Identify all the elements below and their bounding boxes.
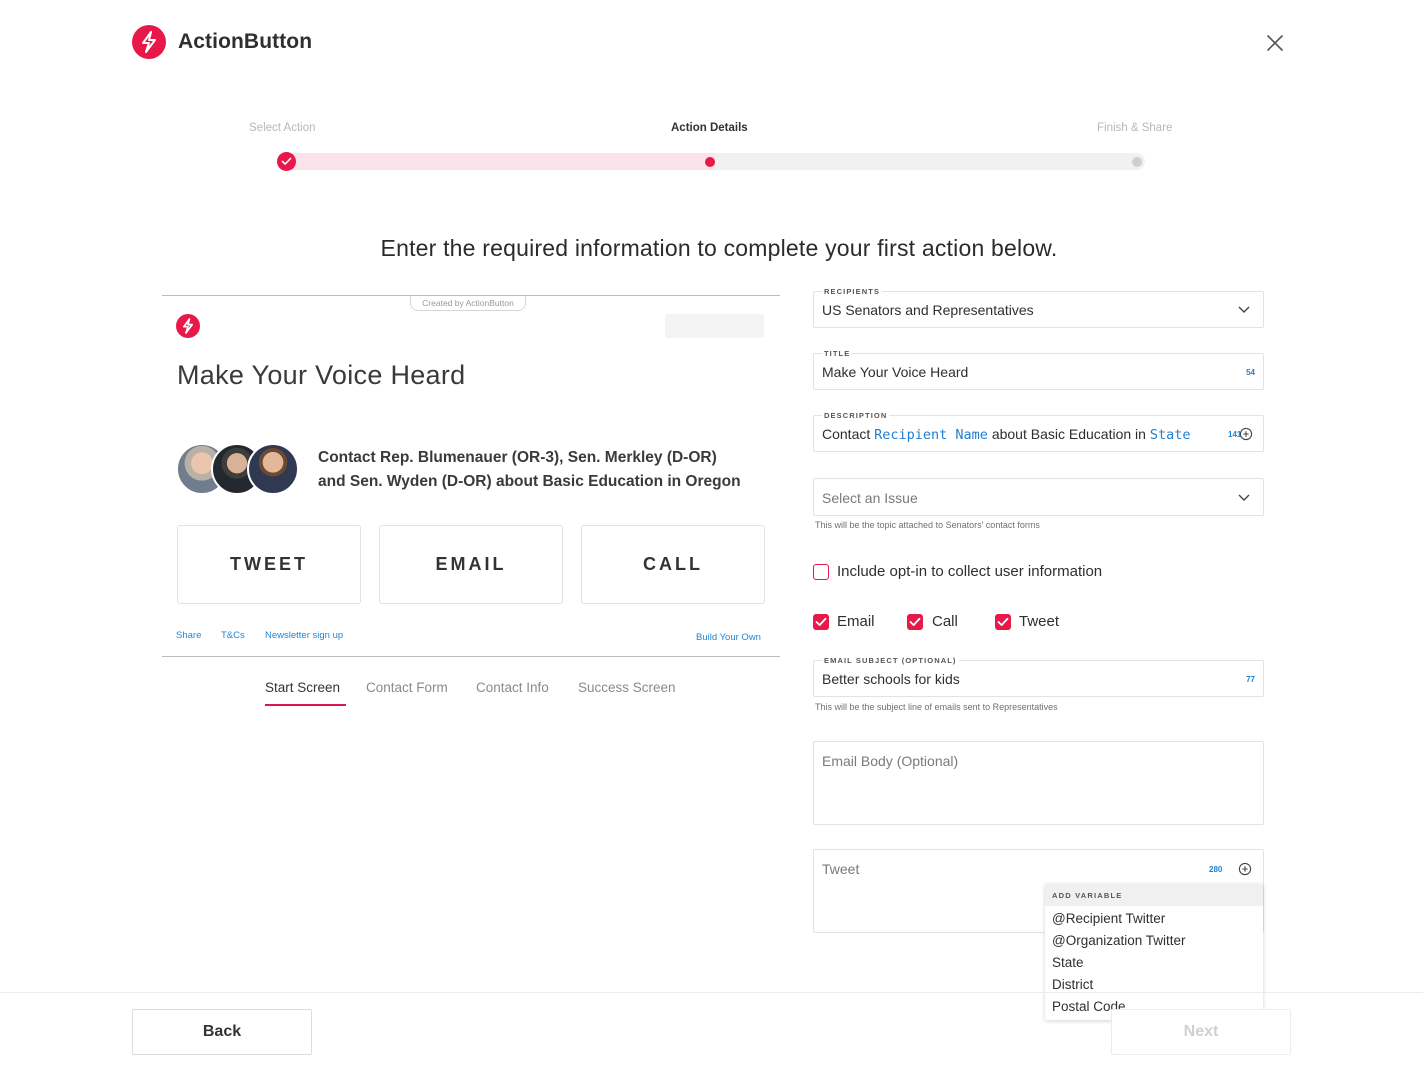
tweet-checkbox[interactable] (995, 614, 1011, 630)
check-icon (815, 617, 827, 626)
opt-in-label: Include opt-in to collect user informati… (837, 563, 1103, 580)
email-checkbox[interactable] (813, 614, 829, 630)
back-button[interactable]: Back (132, 1009, 312, 1055)
variable-recipient-name[interactable]: Recipient Name (874, 427, 988, 443)
share-link[interactable]: Share (176, 630, 201, 641)
menu-item-organization-twitter[interactable]: @Organization Twitter (1045, 930, 1263, 952)
preview-bottom-divider (162, 656, 780, 657)
chevron-down-icon (1238, 494, 1250, 501)
plus-circle-icon[interactable] (1238, 862, 1252, 876)
email-subject-value: Better schools for kids (822, 671, 960, 687)
title-char-counter: 54 (1246, 368, 1255, 377)
brand-name: ActionButton (178, 30, 313, 53)
step-finish-share: Finish & Share (1097, 122, 1173, 134)
description-prefix: Contact (822, 426, 871, 442)
tab-success-screen[interactable]: Success Screen (578, 680, 676, 695)
chevron-down-icon (1238, 306, 1250, 313)
step-todo-marker (1132, 157, 1142, 167)
preview-logo (176, 314, 200, 338)
email-body-textarea[interactable]: Email Body (Optional) (813, 741, 1264, 825)
tab-contact-info[interactable]: Contact Info (476, 680, 549, 695)
close-icon (1267, 35, 1283, 51)
next-button[interactable]: Next (1111, 1009, 1291, 1055)
footer-divider (0, 992, 1423, 993)
recipients-label: RECIPIENTS (822, 287, 883, 296)
description-value: Contact Recipient Name about Basic Educa… (822, 426, 1190, 443)
tweet-char-counter: 280 (1209, 865, 1223, 874)
email-subject-field[interactable]: EMAIL SUBJECT (OPTIONAL) Better schools … (813, 656, 1264, 697)
email-subject-label: EMAIL SUBJECT (OPTIONAL) (822, 656, 959, 665)
description-middle: about Basic Education in (991, 426, 1146, 442)
preview-header-placeholder (665, 314, 764, 338)
issue-select[interactable]: Select an Issue (813, 478, 1264, 516)
call-checkbox[interactable] (907, 614, 923, 630)
email-body-placeholder: Email Body (Optional) (822, 753, 959, 769)
progress-fill (285, 153, 715, 170)
title-label: TITLE (822, 349, 853, 358)
check-icon (281, 157, 292, 165)
tab-contact-form[interactable]: Contact Form (366, 680, 448, 695)
tweet-action-button[interactable]: TWEET (177, 525, 361, 604)
avatar-wyden (247, 443, 299, 495)
tweet-checkbox-label: Tweet (1019, 613, 1060, 630)
add-variable-menu: ADD VARIABLE @Recipient Twitter @Organiz… (1045, 884, 1263, 1020)
created-by-badge: Created by ActionButton (410, 296, 526, 311)
newsletter-link[interactable]: Newsletter sign up (265, 630, 343, 641)
add-variable-header: ADD VARIABLE (1045, 884, 1263, 906)
bolt-icon (182, 318, 194, 334)
call-action-button[interactable]: CALL (581, 525, 765, 604)
email-checkbox-label: Email (837, 613, 875, 630)
recipients-select[interactable]: RECIPIENTS US Senators and Representativ… (813, 287, 1264, 328)
step-done-marker (277, 152, 296, 171)
plus-circle-icon[interactable] (1239, 427, 1253, 441)
preview-title: Make Your Voice Heard (177, 360, 466, 390)
tweet-placeholder: Tweet (822, 861, 860, 877)
check-icon (909, 617, 921, 626)
email-subject-help-text: This will be the subject line of emails … (815, 702, 1058, 712)
step-active-marker (705, 157, 715, 167)
menu-item-state[interactable]: State (1045, 952, 1263, 974)
close-button[interactable] (1262, 30, 1288, 56)
email-action-button[interactable]: EMAIL (379, 525, 563, 604)
check-icon (997, 617, 1009, 626)
description-label: DESCRIPTION (822, 411, 890, 420)
description-field[interactable]: DESCRIPTION Contact Recipient Name about… (813, 411, 1264, 452)
variable-state[interactable]: State (1150, 427, 1191, 443)
recipients-value: US Senators and Representatives (822, 302, 1034, 318)
active-tab-indicator (265, 704, 346, 706)
bolt-icon (142, 31, 156, 53)
menu-item-recipient-twitter[interactable]: @Recipient Twitter (1045, 908, 1263, 930)
tcs-link[interactable]: T&Cs (221, 630, 245, 641)
step-action-details: Action Details (671, 122, 748, 134)
title-field[interactable]: TITLE Make Your Voice Heard 54 (813, 349, 1264, 390)
email-subject-char-counter: 77 (1246, 675, 1255, 684)
step-select-action[interactable]: Select Action (249, 122, 315, 134)
issue-help-text: This will be the topic attached to Senat… (815, 520, 1040, 530)
build-your-own-link[interactable]: Build Your Own (696, 632, 761, 643)
tab-start-screen[interactable]: Start Screen (265, 680, 340, 695)
issue-placeholder: Select an Issue (822, 490, 918, 506)
page-heading: Enter the required information to comple… (380, 235, 1058, 261)
preview-contact-text: Contact Rep. Blumenauer (OR-3), Sen. Mer… (318, 449, 741, 490)
brand-logo (132, 25, 166, 59)
opt-in-checkbox[interactable] (813, 564, 829, 580)
call-checkbox-label: Call (932, 613, 958, 630)
title-value: Make Your Voice Heard (822, 364, 969, 380)
